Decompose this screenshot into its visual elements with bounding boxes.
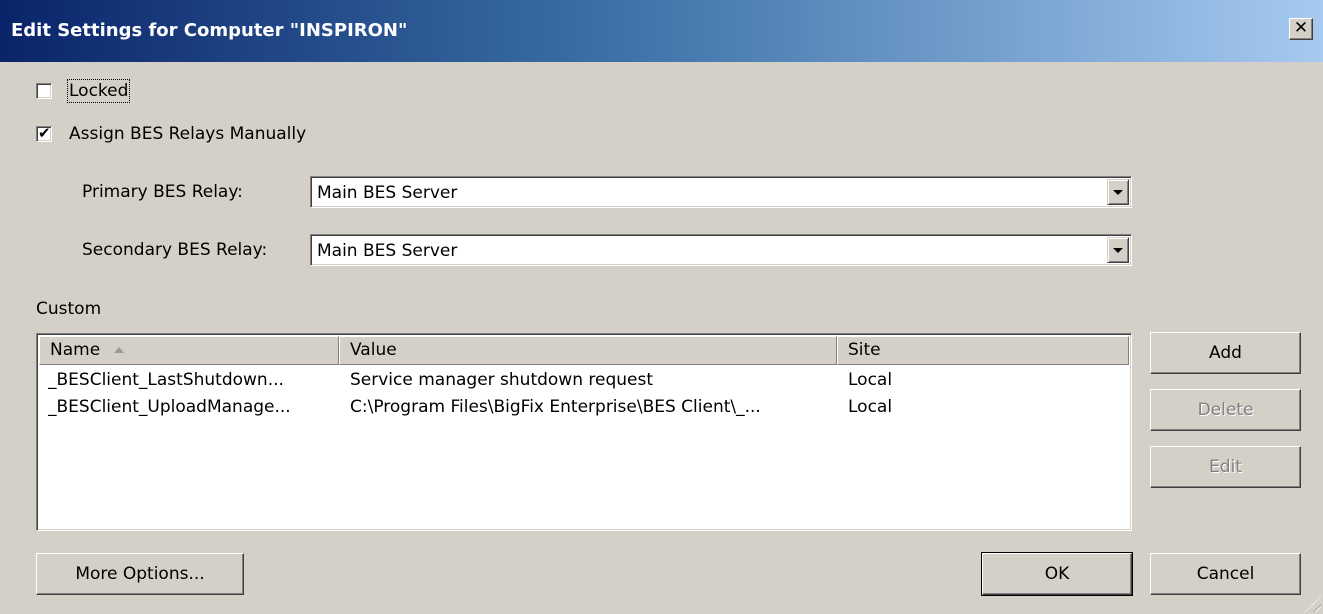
cell-value: Service manager shutdown request	[350, 370, 654, 390]
chevron-down-icon[interactable]	[1107, 179, 1129, 205]
cell-name: _BESClient_LastShutdown...	[48, 370, 284, 390]
primary-relay-value: Main BES Server	[317, 183, 458, 203]
delete-button-label: Delete	[1197, 400, 1254, 420]
column-header-value[interactable]: Value	[339, 336, 837, 365]
chevron-down-icon[interactable]	[1107, 237, 1129, 263]
locked-checkbox[interactable]	[36, 83, 52, 99]
cell-site: Local	[848, 397, 893, 417]
more-options-button[interactable]: More Options...	[36, 553, 244, 595]
secondary-relay-label: Secondary BES Relay:	[82, 240, 268, 260]
custom-label: Custom	[36, 299, 102, 319]
assign-relays-label[interactable]: Assign BES Relays Manually	[69, 124, 306, 144]
edit-button[interactable]: Edit	[1150, 446, 1301, 488]
window-title: Edit Settings for Computer "INSPIRON"	[11, 20, 408, 41]
ok-button-label: OK	[1044, 564, 1070, 584]
cell-name: _BESClient_UploadManage...	[48, 397, 291, 417]
close-icon: ✕	[1293, 18, 1309, 38]
column-header-site-label: Site	[848, 340, 881, 360]
column-header-name[interactable]: Name	[39, 336, 339, 365]
column-header-site[interactable]: Site	[837, 336, 1129, 365]
primary-relay-label: Primary BES Relay:	[82, 182, 243, 202]
close-button[interactable]: ✕	[1289, 18, 1313, 40]
add-button-label: Add	[1209, 343, 1242, 363]
cell-site: Local	[848, 370, 893, 390]
title-bar: Edit Settings for Computer "INSPIRON" ✕	[0, 0, 1323, 62]
column-header-value-label: Value	[350, 340, 397, 360]
custom-list[interactable]: Name Value Site _BESClient_LastShutdown.…	[36, 333, 1132, 531]
column-header-name-label: Name	[50, 340, 101, 360]
locked-label[interactable]: Locked	[66, 79, 131, 103]
cell-value: C:\Program Files\BigFix Enterprise\BES C…	[350, 397, 761, 417]
secondary-relay-value: Main BES Server	[317, 241, 458, 261]
ok-button[interactable]: OK	[981, 552, 1133, 596]
resize-grip-icon[interactable]	[1305, 596, 1321, 612]
checkmark-icon: ✔	[38, 124, 51, 142]
assign-relays-checkbox[interactable]: ✔	[36, 124, 52, 142]
add-button[interactable]: Add	[1150, 332, 1301, 374]
primary-relay-dropdown[interactable]: Main BES Server	[310, 176, 1132, 208]
more-options-button-label: More Options...	[75, 564, 205, 584]
cancel-button-label: Cancel	[1196, 564, 1255, 584]
sort-ascending-icon	[114, 347, 125, 353]
cancel-button[interactable]: Cancel	[1150, 553, 1301, 595]
delete-button[interactable]: Delete	[1150, 389, 1301, 431]
secondary-relay-dropdown[interactable]: Main BES Server	[310, 234, 1132, 266]
edit-button-label: Edit	[1209, 457, 1242, 477]
